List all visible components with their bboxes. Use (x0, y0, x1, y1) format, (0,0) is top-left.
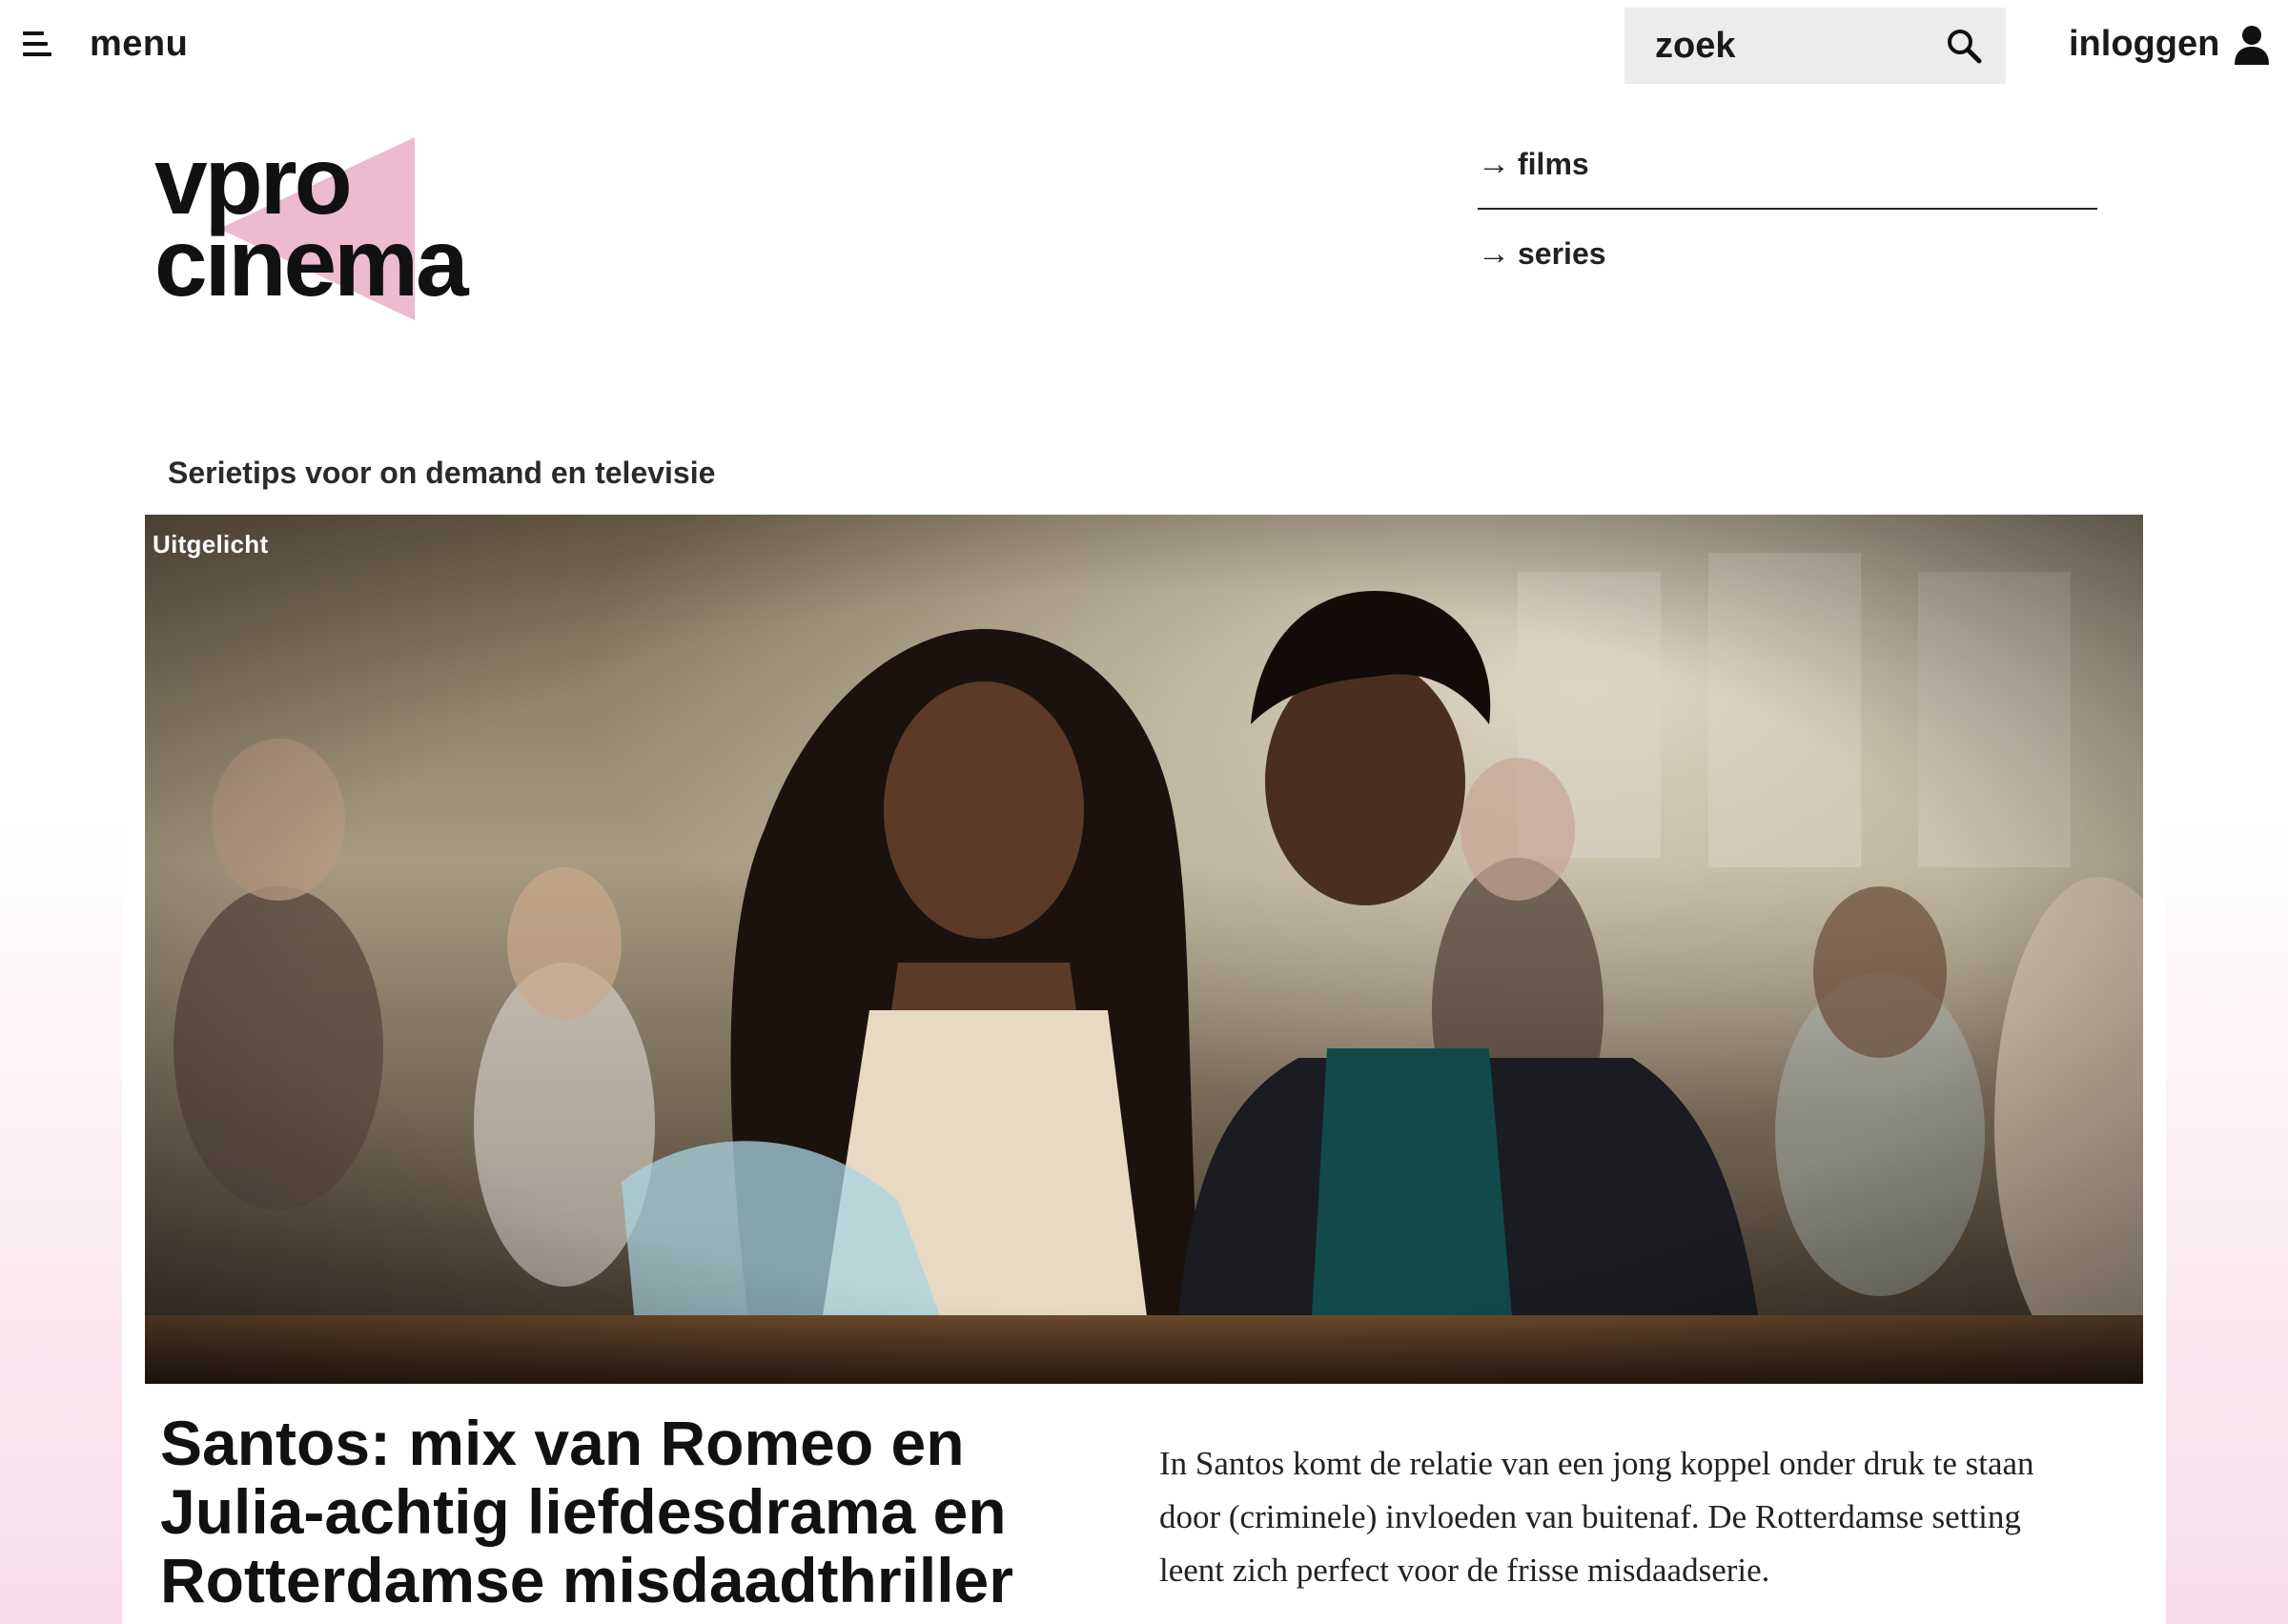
subnav-item-series[interactable]: → series (1478, 223, 2097, 284)
search-input[interactable] (1655, 25, 1945, 67)
featured-badge: Uitgelicht (153, 530, 269, 558)
category-subnav: → films → series (1478, 133, 2097, 284)
hamburger-icon[interactable] (23, 31, 51, 56)
login-label[interactable]: inloggen (2069, 24, 2219, 65)
subnav-item-label[interactable]: films (1518, 147, 1589, 182)
vpro-cinema-logo[interactable]: vpro cinema (153, 133, 496, 324)
hero-photo-illustration (145, 515, 2143, 1384)
menu-label[interactable]: menu (90, 24, 188, 65)
subnav-item-films[interactable]: → films (1478, 133, 2097, 194)
menu-button[interactable]: menu (23, 17, 188, 71)
section-title: Serietips voor on demand en televisie (168, 456, 716, 490)
logo-line-cinema: cinema (154, 210, 469, 316)
featured-article-title[interactable]: Santos: mix van Romeo en Julia-achtig li… (160, 1409, 1094, 1614)
subnav-divider (1478, 208, 2097, 210)
featured-article-summary: In Santos komt de relatie van een jong k… (1159, 1445, 2034, 1589)
login-button[interactable]: inloggen (2069, 17, 2271, 71)
arrow-right-icon: → (1478, 234, 1510, 272)
top-bar: menu inloggen (0, 0, 2288, 86)
search-box[interactable] (1624, 8, 2006, 84)
subnav-item-label[interactable]: series (1518, 236, 1606, 272)
featured-hero-image[interactable] (145, 515, 2143, 1384)
search-icon[interactable] (1945, 27, 1983, 65)
user-icon[interactable] (2233, 23, 2271, 65)
arrow-right-icon: → (1478, 145, 1510, 182)
